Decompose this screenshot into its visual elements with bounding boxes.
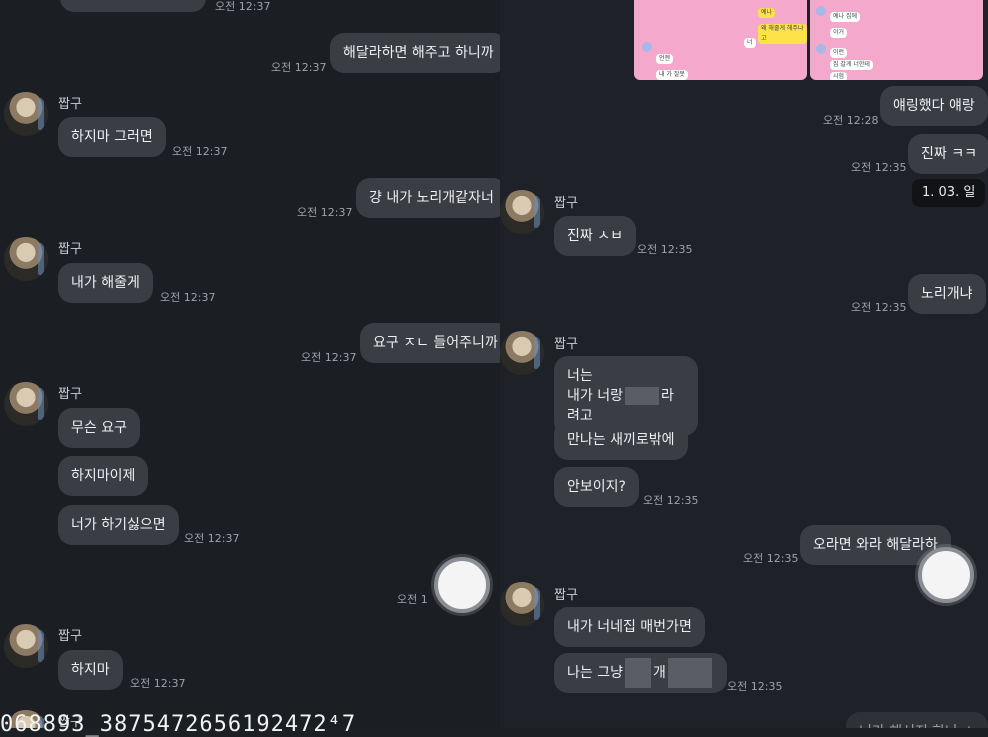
message-bubble: 너가 해서지 하나 ㅎ (846, 712, 988, 728)
thumb-avatar (642, 42, 652, 52)
message-time: 오전 12:35 (851, 301, 907, 314)
message-bubble: 얘링했다 얘랑 (880, 86, 988, 126)
date-divider: 1. 03. 일 (912, 179, 986, 207)
message-time: 오전 12:28 (823, 114, 879, 127)
avatar (4, 237, 48, 281)
thumb-bubble: 예나 (758, 8, 776, 18)
message-line: 너는 (567, 368, 593, 384)
avatar (4, 92, 48, 136)
thumb-bubble: 시험 (830, 72, 848, 80)
thumb-bubble: 내 가 잘못 (656, 70, 688, 80)
message-time: 오전 12:35 (643, 494, 699, 507)
message-time-partial: 오전 1 (397, 593, 428, 606)
message-text: 나는 그냥 (567, 665, 623, 681)
message-text: 개 (652, 665, 666, 681)
screenshot-thumbnail[interactable]: 예나 왜 해줄게 해주냐고 너 언젠 내 가 잘못 (634, 0, 807, 80)
avatar (500, 331, 544, 375)
message-bubble: 걍 내가 노리개같자너 (356, 178, 500, 218)
thumb-bubble: 언젠 (656, 54, 674, 64)
message-bubble: 하지마이제 (58, 456, 149, 496)
sender-name: 짭구 (554, 337, 578, 352)
chat-pane-left: 오전 12:37 해달라하면 해주고 하니까 오전 12:37 짭구 하지마 그… (0, 0, 500, 728)
message-bubble: 너가 하기싫으면 (58, 505, 179, 545)
sender-name: 짭구 (554, 196, 578, 211)
thumb-bubble: 왜 해줄게 해주냐고 (758, 24, 807, 44)
message-bubble: 진짜 ㅋㅋ (908, 134, 988, 174)
message-bubble: 만나는 새끼로밖에 (554, 420, 688, 460)
message-bubble: 요구 ㅈㄴ 들어주니까 (360, 323, 500, 363)
message-text: 내가 너랑 (567, 388, 623, 404)
message-time: 오전 12:37 (172, 145, 228, 158)
message-time: 오전 12:35 (727, 680, 783, 693)
message-bubble: 하지마 그러면 (58, 117, 166, 157)
thumb-bubble: 너 (744, 38, 756, 48)
sender-name: 짭구 (58, 97, 82, 112)
sender-name: 짭구 (58, 242, 82, 257)
avatar (4, 382, 48, 426)
message-bubble (60, 0, 206, 12)
message-time: 오전 12:37 (160, 291, 216, 304)
message-time: 오전 12:35 (743, 552, 799, 565)
thumb-bubble: 예나 집에 (830, 12, 860, 22)
sender-name: 짭구 (58, 629, 82, 644)
avatar (500, 190, 544, 234)
message-bubble: 안보이지? (554, 467, 639, 507)
thumb-bubble: 이런 (830, 48, 848, 58)
message-time: 오전 12:37 (297, 206, 353, 219)
chat-pane-right: 예나 왜 해줄게 해주냐고 너 언젠 내 가 잘못 예나 집에 이거 이런 집 … (500, 0, 988, 728)
thumb-avatar (816, 6, 826, 16)
avatar (4, 624, 48, 668)
message-bubble: 내가 해줄게 (58, 263, 153, 303)
message-bubble: 노리개냐 (908, 274, 986, 314)
message-time: 오전 12:35 (851, 161, 907, 174)
watermark-caption: 068893_3875472656192472⁴7 (0, 712, 357, 737)
sender-name: 짭구 (58, 387, 82, 402)
censored-block (624, 387, 659, 405)
thumb-avatar (816, 44, 826, 54)
censored-block (667, 658, 712, 688)
record-button[interactable] (918, 547, 974, 603)
message-time: 오전 12:35 (637, 243, 693, 256)
message-bubble: 무슨 요구 (58, 408, 140, 448)
record-button[interactable] (434, 557, 490, 613)
thumb-bubble: 이거 (830, 28, 848, 38)
message-time: 오전 12:37 (130, 677, 186, 690)
message-time: 오전 12:37 (215, 0, 271, 13)
thumb-bubble: 집 갈게 너한테 (830, 60, 873, 70)
message-time: 오전 12:37 (184, 532, 240, 545)
message-bubble: 내가 너네집 매번가면 (554, 607, 705, 647)
message-time: 오전 12:37 (301, 351, 357, 364)
message-bubble: 나는 그냥 개 (554, 653, 727, 693)
screenshot-thumbnail[interactable]: 예나 집에 이거 이런 집 갈게 너한테 시험 (810, 0, 983, 80)
avatar (500, 582, 544, 626)
message-time: 오전 12:37 (271, 61, 327, 74)
message-bubble: 하지마 (58, 650, 123, 690)
message-bubble: 진짜 ㅅㅂ (554, 216, 636, 256)
message-bubble: 해달라하면 해주고 하니까 (330, 33, 500, 73)
sender-name: 짭구 (554, 588, 578, 603)
censored-block (624, 658, 651, 688)
